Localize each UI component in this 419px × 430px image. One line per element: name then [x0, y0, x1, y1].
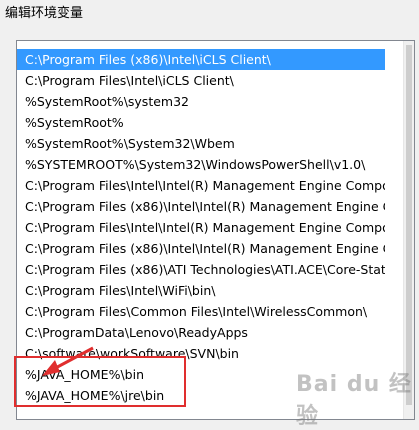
annotation-arrow-icon: [42, 346, 94, 376]
watermark-text: Bai du 经验: [296, 372, 412, 429]
